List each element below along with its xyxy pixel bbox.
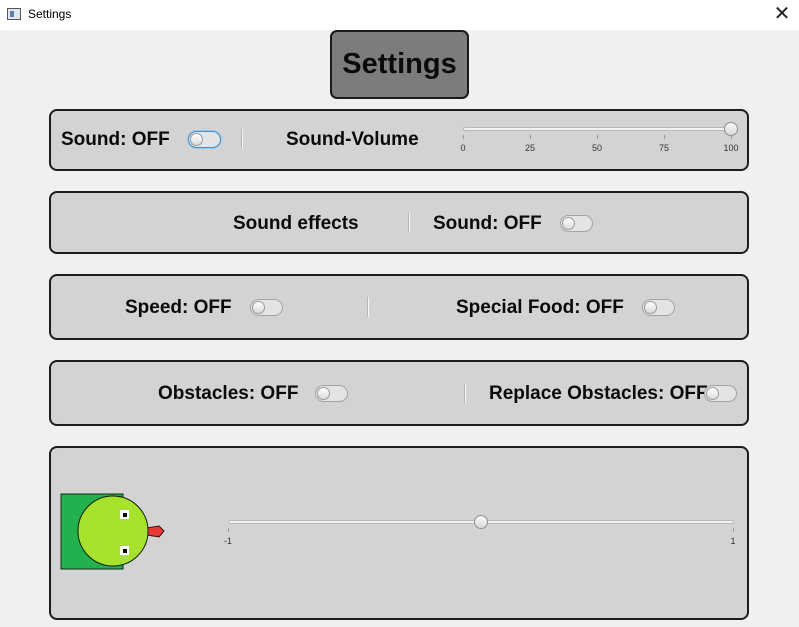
snake-slider-min-label: -1 <box>223 536 233 546</box>
snake-head <box>77 495 149 567</box>
sound-volume-label: Sound-Volume <box>286 129 419 150</box>
sound-toggle[interactable] <box>188 131 221 148</box>
volume-slider-track[interactable] <box>463 127 735 131</box>
snake-slider-thumb[interactable] <box>473 515 488 529</box>
volume-tick-label: 25 <box>524 143 536 153</box>
gameplay-panel: Speed: OFF Special Food: OFF <box>49 274 749 340</box>
sound-label: Sound: OFF <box>61 129 170 150</box>
snake-pupil <box>123 513 127 517</box>
snake-preview-icon <box>60 493 165 570</box>
effects-sound-toggle-knob <box>562 217 575 230</box>
volume-tick-mark <box>530 135 531 139</box>
volume-tick-label: 0 <box>460 143 466 153</box>
settings-heading: Settings <box>330 30 469 99</box>
gameplay-separator <box>367 297 369 317</box>
volume-tick-mark <box>597 135 598 139</box>
speed-toggle[interactable] <box>250 299 283 316</box>
volume-tick-mark <box>664 135 665 139</box>
window-titlebar: Settings ✕ <box>0 0 799 30</box>
obstacles-separator <box>464 383 466 403</box>
snake-slider-max-label: 1 <box>730 536 736 546</box>
window-title: Settings <box>28 7 72 21</box>
close-button[interactable]: ✕ <box>765 0 799 30</box>
snake-slider-tick-mark <box>228 528 229 532</box>
obstacles-panel: Obstacles: OFF Replace Obstacles: OFF <box>49 360 749 426</box>
effects-sound-label: Sound: OFF <box>433 213 542 234</box>
special-food-toggle[interactable] <box>642 299 675 316</box>
effects-sound-toggle[interactable] <box>560 215 593 232</box>
sound-effects-label: Sound effects <box>233 213 359 234</box>
app-window-icon <box>7 8 21 20</box>
obstacles-toggle[interactable] <box>315 385 348 402</box>
replace-obstacles-toggle[interactable] <box>704 385 737 402</box>
snake-tongue <box>146 525 165 538</box>
volume-slider-thumb[interactable] <box>724 122 738 136</box>
special-food-toggle-knob <box>644 301 657 314</box>
special-food-label: Special Food: OFF <box>456 297 624 318</box>
volume-tick-label: 100 <box>723 143 739 153</box>
speed-toggle-knob <box>252 301 265 314</box>
speed-label: Speed: OFF <box>125 297 232 318</box>
sound-effects-separator <box>408 213 410 233</box>
volume-tick-mark <box>731 135 732 139</box>
sound-toggle-knob <box>190 133 203 146</box>
replace-obstacles-label: Replace Obstacles: OFF <box>489 383 708 404</box>
volume-tick-mark <box>463 135 464 139</box>
sound-effects-panel: Sound effects Sound: OFF <box>49 191 749 254</box>
volume-tick-label: 50 <box>591 143 603 153</box>
volume-tick-label: 75 <box>658 143 670 153</box>
obstacles-label: Obstacles: OFF <box>158 383 299 404</box>
sound-panel: Sound: OFF Sound-Volume 0 25 50 75 100 <box>49 109 749 171</box>
snake-panel: -1 1 <box>49 446 749 620</box>
replace-obstacles-toggle-knob <box>706 387 719 400</box>
snake-pupil <box>123 549 127 553</box>
snake-slider-tick-mark <box>733 528 734 532</box>
sound-separator <box>241 129 243 149</box>
obstacles-toggle-knob <box>317 387 330 400</box>
